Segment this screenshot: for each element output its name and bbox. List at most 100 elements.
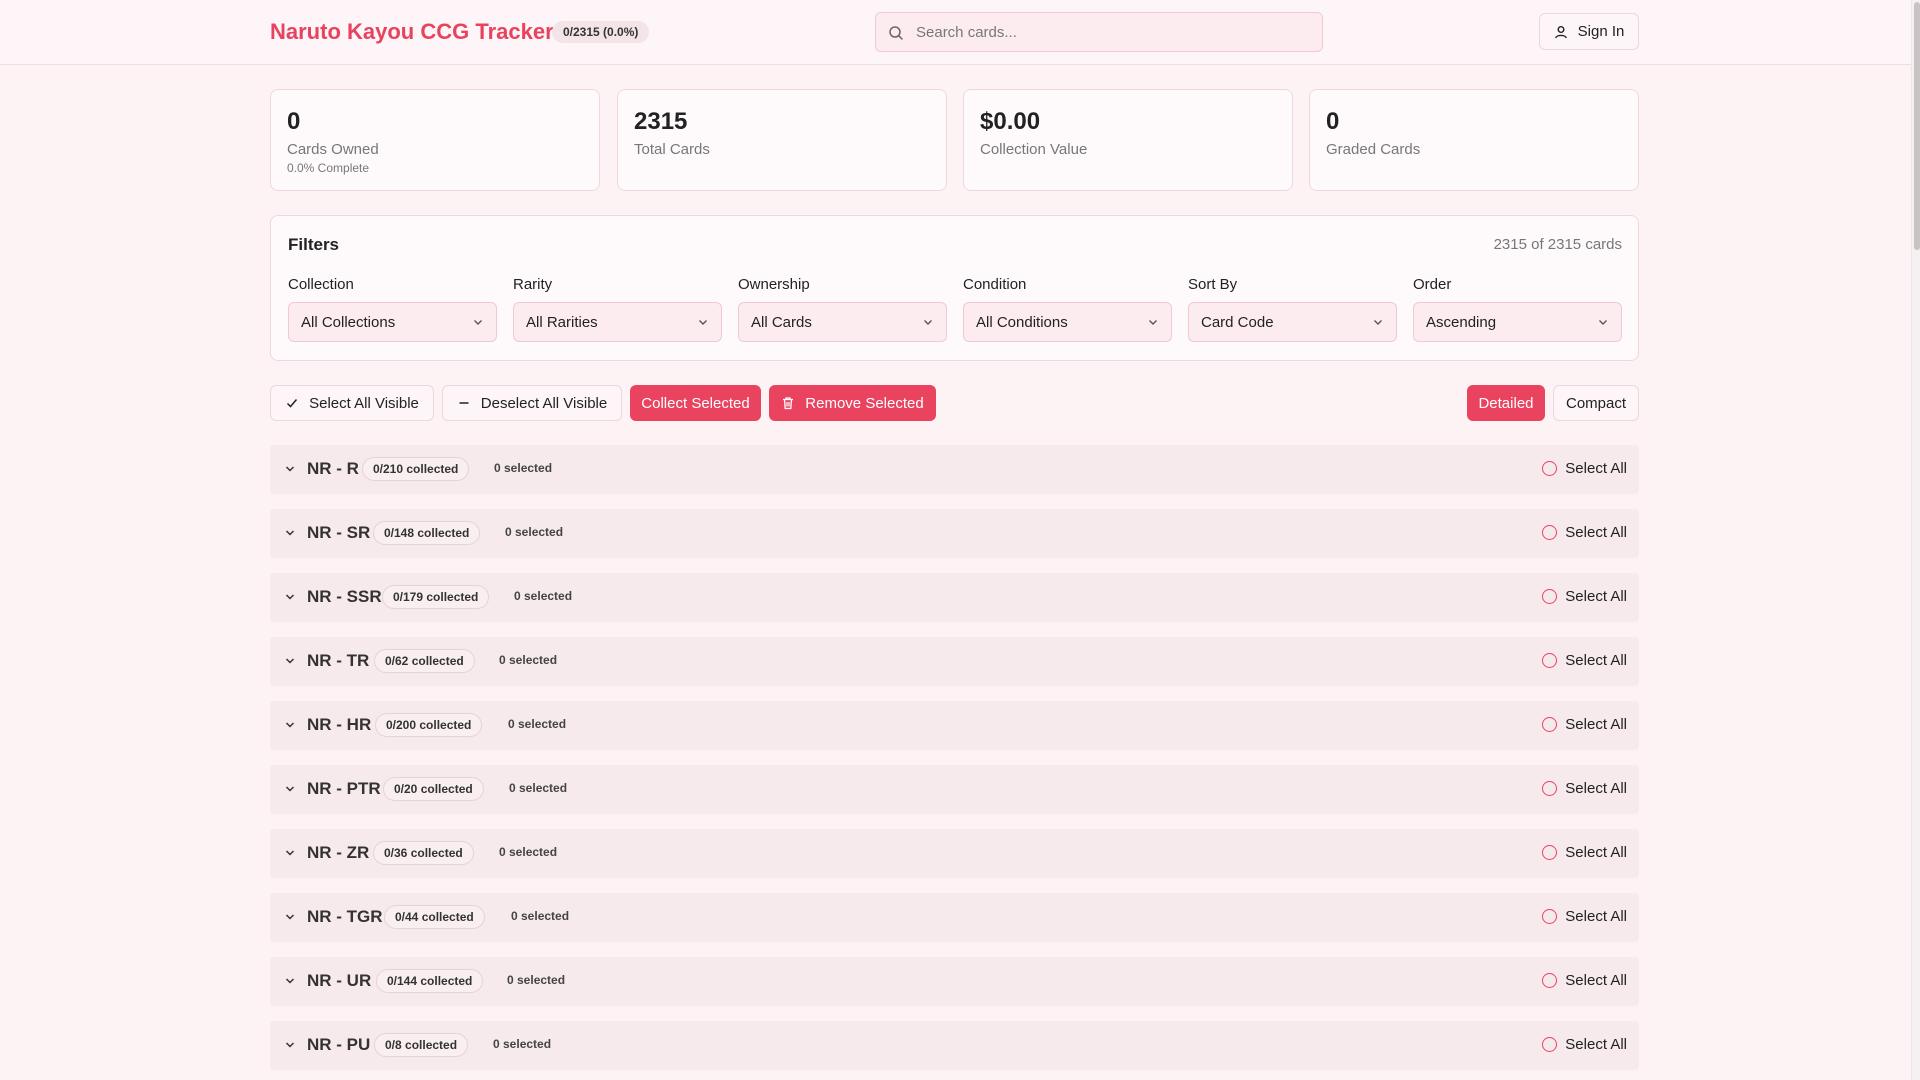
filters-title: Filters bbox=[288, 235, 340, 254]
app-title[interactable]: Naruto Kayou CCG Tracker bbox=[270, 19, 554, 45]
filter-rarity: Rarity All Rarities bbox=[513, 276, 722, 342]
select-value: Card Code bbox=[1201, 313, 1274, 331]
deselect-all-visible-button[interactable]: Deselect All Visible bbox=[442, 385, 622, 421]
view-detailed-button[interactable]: Detailed bbox=[1467, 385, 1545, 421]
filter-ownership: Ownership All Cards bbox=[738, 276, 947, 342]
rarity-group-row[interactable]: NR - PTR 0/20 collected 0 selected Selec… bbox=[270, 765, 1639, 814]
group-select-all[interactable]: Select All bbox=[1542, 652, 1627, 669]
view-compact-label: Compact bbox=[1565, 394, 1627, 412]
filter-label: Condition bbox=[963, 276, 1027, 293]
group-select-all[interactable]: Select All bbox=[1542, 908, 1627, 925]
search-icon bbox=[889, 26, 903, 40]
rarity-group-row[interactable]: NR - UR 0/144 collected 0 selected Selec… bbox=[270, 957, 1639, 1006]
group-name: NR - PU bbox=[307, 1035, 371, 1054]
filter-label: Rarity bbox=[513, 276, 553, 293]
group-select-all[interactable]: Select All bbox=[1542, 1036, 1627, 1053]
search-input[interactable] bbox=[916, 13, 1316, 51]
radio-icon[interactable] bbox=[1542, 973, 1558, 988]
collected-badge: 0/44 collected bbox=[384, 905, 485, 929]
rarity-group-row[interactable]: NR - R 0/210 collected 0 selected Select… bbox=[270, 445, 1639, 494]
rarity-group-row[interactable]: NR - SSR 0/179 collected 0 selected Sele… bbox=[270, 573, 1639, 622]
chevron-down-icon[interactable] bbox=[284, 911, 296, 923]
selected-count: 0 selected bbox=[508, 717, 567, 731]
collected-badge: 0/200 collected bbox=[375, 713, 483, 737]
group-select-all[interactable]: Select All bbox=[1542, 780, 1627, 797]
filter-order: Order Ascending bbox=[1413, 276, 1622, 342]
rarity-group-row[interactable]: NR - HR 0/200 collected 0 selected Selec… bbox=[270, 701, 1639, 750]
select-all-visible-button[interactable]: Select All Visible bbox=[270, 385, 434, 421]
selected-count: 0 selected bbox=[511, 909, 570, 923]
view-detailed-label: Detailed bbox=[1478, 394, 1534, 412]
radio-icon[interactable] bbox=[1542, 589, 1558, 604]
progress-badge: 0/2315 (0.0%) bbox=[552, 21, 650, 43]
group-select-all[interactable]: Select All bbox=[1542, 460, 1627, 477]
group-name: NR - HR bbox=[307, 715, 372, 734]
chevron-down-icon[interactable] bbox=[284, 463, 296, 475]
stat-collection-value: $0.00 Collection Value bbox=[963, 89, 1293, 191]
chevron-down-icon[interactable] bbox=[284, 719, 296, 731]
radio-icon[interactable] bbox=[1542, 1037, 1558, 1052]
rarity-group-row[interactable]: NR - SR 0/148 collected 0 selected Selec… bbox=[270, 509, 1639, 558]
rarity-select[interactable]: All Rarities bbox=[513, 302, 722, 342]
search-box[interactable] bbox=[875, 12, 1323, 52]
group-select-all[interactable]: Select All bbox=[1542, 716, 1627, 733]
select-all-label: Select All bbox=[1565, 460, 1627, 477]
group-name: NR - SR bbox=[307, 523, 371, 542]
collected-badge: 0/148 collected bbox=[373, 521, 481, 545]
view-compact-button[interactable]: Compact bbox=[1553, 385, 1639, 421]
filter-label: Sort By bbox=[1188, 276, 1238, 293]
radio-icon[interactable] bbox=[1542, 781, 1558, 796]
collect-selected-button[interactable]: Collect Selected bbox=[630, 385, 761, 421]
group-select-all[interactable]: Select All bbox=[1542, 588, 1627, 605]
rarity-group-row[interactable]: NR - TR 0/62 collected 0 selected Select… bbox=[270, 637, 1639, 686]
chevron-down-icon[interactable] bbox=[284, 975, 296, 987]
selected-count: 0 selected bbox=[493, 1037, 552, 1051]
group-select-all[interactable]: Select All bbox=[1542, 844, 1627, 861]
sort-by-select[interactable]: Card Code bbox=[1188, 302, 1397, 342]
collected-badge: 0/179 collected bbox=[382, 585, 490, 609]
collect-selected-label: Collect Selected bbox=[641, 394, 750, 412]
stat-value: 0 bbox=[1326, 108, 1340, 135]
collection-select[interactable]: All Collections bbox=[288, 302, 497, 342]
group-name: NR - UR bbox=[307, 971, 372, 990]
stat-label: Collection Value bbox=[980, 141, 1088, 158]
chevron-down-icon[interactable] bbox=[284, 655, 296, 667]
radio-icon[interactable] bbox=[1542, 845, 1558, 860]
selected-count: 0 selected bbox=[499, 845, 558, 859]
rarity-group-row[interactable]: NR - ZR 0/36 collected 0 selected Select… bbox=[270, 829, 1639, 878]
chevron-down-icon[interactable] bbox=[284, 591, 296, 603]
top-header: Naruto Kayou CCG Tracker 0/2315 (0.0%) S… bbox=[0, 0, 1911, 65]
radio-icon[interactable] bbox=[1542, 909, 1558, 924]
radio-icon[interactable] bbox=[1542, 653, 1558, 668]
stat-sub: 0.0% Complete bbox=[287, 161, 370, 175]
scrollbar-thumb[interactable] bbox=[1914, 2, 1920, 250]
chevron-down-icon[interactable] bbox=[284, 1039, 296, 1051]
page-scrollbar[interactable] bbox=[1911, 0, 1920, 1080]
stat-cards-owned: 0 Cards Owned 0.0% Complete bbox=[270, 89, 600, 191]
ownership-select[interactable]: All Cards bbox=[738, 302, 947, 342]
deselect-all-visible-label: Deselect All Visible bbox=[480, 394, 608, 412]
radio-icon[interactable] bbox=[1542, 717, 1558, 732]
radio-icon[interactable] bbox=[1542, 525, 1558, 540]
order-select[interactable]: Ascending bbox=[1413, 302, 1622, 342]
chevron-down-icon bbox=[1374, 320, 1382, 325]
chevron-down-icon bbox=[1599, 320, 1607, 325]
rarity-group-row[interactable]: NR - PU 0/8 collected 0 selected Select … bbox=[270, 1021, 1639, 1070]
group-select-all[interactable]: Select All bbox=[1542, 972, 1627, 989]
select-all-label: Select All bbox=[1565, 716, 1627, 733]
chevron-down-icon[interactable] bbox=[284, 527, 296, 539]
sign-in-button[interactable]: Sign In bbox=[1539, 13, 1639, 50]
chevron-down-icon[interactable] bbox=[284, 783, 296, 795]
collected-badge: 0/20 collected bbox=[383, 777, 484, 801]
remove-selected-button[interactable]: Remove Selected bbox=[769, 385, 936, 421]
group-select-all[interactable]: Select All bbox=[1542, 524, 1627, 541]
stat-label: Graded Cards bbox=[1326, 141, 1421, 158]
condition-select[interactable]: All Conditions bbox=[963, 302, 1172, 342]
radio-icon[interactable] bbox=[1542, 461, 1558, 476]
chevron-down-icon[interactable] bbox=[284, 847, 296, 859]
rarity-group-row[interactable]: NR - TGR 0/44 collected 0 selected Selec… bbox=[270, 893, 1639, 942]
selected-count: 0 selected bbox=[505, 525, 564, 539]
select-value: All Cards bbox=[751, 313, 812, 331]
select-all-label: Select All bbox=[1565, 524, 1627, 541]
filters-panel: Filters 2315 of 2315 cards Collection Al… bbox=[270, 215, 1639, 361]
